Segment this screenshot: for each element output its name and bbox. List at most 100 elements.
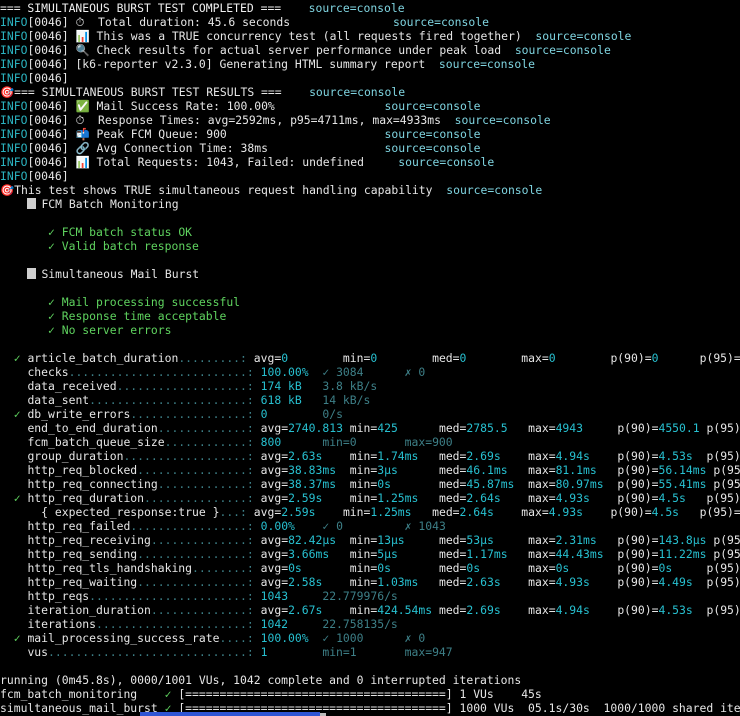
metric-stat: min=3µs: [349, 463, 439, 477]
group-marker-icon: [27, 268, 37, 279]
group-marker-icon: [27, 198, 37, 209]
metric-stat: p(90)=4.5s: [610, 505, 700, 519]
metric-stat: max=80.97ms: [528, 477, 618, 491]
metric-leader-dots: .............:: [157, 421, 254, 435]
log-line: INFO[0046] 🔗 Avg Connection Time: 38ms s…: [0, 141, 481, 155]
metric-name: fcm_batch_queue_size: [27, 435, 165, 449]
metric-check-mark: [14, 617, 28, 631]
metric-leader-dots: ..............:: [150, 533, 254, 547]
metric-leader-dots: ................:: [137, 463, 254, 477]
metric-stat: p(95)=4.71s: [706, 603, 740, 617]
metric-leader-dots: ...:: [219, 505, 247, 519]
metric-check-mark: [14, 547, 28, 561]
metric-value: 100.00%: [260, 365, 323, 379]
metric-name: http_req_waiting: [27, 575, 138, 589]
metric-name: checks: [27, 365, 69, 379]
metric-stat: med=0s: [438, 561, 529, 575]
metric-stat: p(90)=0s: [617, 561, 707, 575]
metric-stat: min=0s: [349, 561, 439, 575]
metric-stat: p(95)=4.71s: [706, 575, 740, 589]
metric-rate: 3.8 kB/s: [322, 379, 405, 393]
metric-stat: p(90)=4.53s: [617, 449, 707, 463]
metric-leader-dots: .........:: [178, 351, 247, 365]
metric-stat: max=81.1ms: [528, 463, 618, 477]
metric-row: fcm_batch_queue_size............: 800 mi…: [0, 435, 740, 449]
metric-extra: ✗ 1043: [404, 519, 446, 533]
metric-stat: max=0s: [528, 561, 618, 575]
metric-rate: 0/s: [322, 407, 405, 421]
metric-stat: avg=0: [253, 351, 343, 365]
metric-leader-dots: .................:: [130, 407, 254, 421]
metric-stat: avg=2.58s: [260, 575, 350, 589]
metric-stat: med=45.87ms: [438, 477, 529, 491]
metric-check-mark: [14, 519, 28, 533]
metric-stat: avg=38.37ms: [260, 477, 350, 491]
metric-name: data_received: [27, 379, 117, 393]
metric-name: vus: [27, 645, 49, 659]
log-line: INFO[0046]: [0, 71, 69, 85]
metric-value: 1: [260, 645, 323, 659]
metric-stat: min=1.25ms: [349, 491, 439, 505]
metric-extra: ✗ 0: [404, 365, 426, 379]
metric-check-mark: [14, 421, 28, 435]
metric-stat: min=0s: [349, 477, 439, 491]
metric-row: checks..........................: 100.00…: [0, 365, 740, 379]
metric-stat: max=4.93s: [528, 491, 618, 505]
metric-check-mark: [14, 435, 28, 449]
metric-row: vus.............................: 1 min=…: [0, 645, 740, 659]
metric-row: iteration_duration..............: avg=2.…: [0, 603, 740, 617]
metric-rate: ✓ 0: [322, 519, 405, 533]
metric-stat: p(90)=4550.1: [617, 421, 707, 435]
metric-leader-dots: ....:: [219, 631, 254, 645]
metric-stat: max=0: [521, 351, 611, 365]
terminal-window[interactable]: === SIMULTANEOUS BURST TEST COMPLETED ==…: [0, 0, 740, 716]
metric-row: http_req_waiting................: avg=2.…: [0, 575, 740, 589]
metric-row: http_req_receiving..............: avg=82…: [0, 533, 740, 547]
metric-name: http_req_failed: [27, 519, 131, 533]
metric-stat: max=44.43ms: [528, 547, 618, 561]
metric-row: data_received...................: 174 kB…: [0, 379, 740, 393]
metric-check-mark: [14, 589, 28, 603]
metric-value: 1042: [260, 617, 323, 631]
metric-row: http_req_tls_handshaking........: avg=0s…: [0, 561, 740, 575]
metric-stat: avg=2.59s: [253, 505, 343, 519]
metric-rate: 22.758135/s: [322, 617, 405, 631]
metric-extra: max=900: [404, 435, 453, 449]
scenario-progress-fcm: fcm_batch_monitoring ✓ [================…: [0, 687, 542, 701]
log-line: INFO[0046] 📊 Total Requests: 1043, Faile…: [0, 155, 495, 169]
metric-stat: p(90)=0: [610, 351, 700, 365]
metric-check-mark: [14, 645, 28, 659]
metric-stat: min=13µs: [349, 533, 439, 547]
metric-stat: max=2.31ms: [528, 533, 618, 547]
metric-check-mark: ✓: [13, 631, 28, 645]
metric-stat: min=424.54ms: [349, 603, 439, 617]
metric-row: http_req_sending................: avg=3.…: [0, 547, 740, 561]
metric-rate: 22.779976/s: [322, 589, 405, 603]
metric-leader-dots: ..................:: [123, 449, 254, 463]
metric-stat: avg=0s: [260, 561, 350, 575]
metric-row: ✓ mail_processing_success_rate....: 100.…: [0, 631, 740, 645]
metric-stat: max=4.93s: [528, 575, 618, 589]
metric-stat: p(90)=11.22ms: [617, 547, 714, 561]
metric-leader-dots: .......................:: [89, 589, 254, 603]
metric-row: http_reqs.......................: 1043 2…: [0, 589, 740, 603]
metric-row: http_req_failed.................: 0.00% …: [0, 519, 740, 533]
metric-check-mark: [14, 477, 28, 491]
log-line: INFO[0046]: [0, 169, 69, 183]
metric-row: http_req_blocked................: avg=38…: [0, 463, 740, 477]
metric-name: http_reqs: [27, 589, 90, 603]
metric-check-mark: [14, 505, 28, 519]
scenario-progress-mail: simultaneous_mail_burst ✓ [=============…: [0, 701, 740, 715]
metric-leader-dots: ................:: [137, 575, 254, 589]
metric-stat: p(90)=4.5s: [617, 491, 707, 505]
metric-check-mark: [14, 449, 28, 463]
text-selection-highlight: [140, 712, 320, 716]
metric-stat: p(95)=57.71ms: [713, 477, 740, 491]
metric-stat: med=53µs: [438, 533, 529, 547]
metric-check-mark: [14, 575, 28, 589]
metric-extra: ✗ 0: [404, 631, 426, 645]
metric-stat: avg=38.83ms: [260, 463, 350, 477]
metric-leader-dots: ............:: [164, 435, 254, 449]
metric-stat: p(90)=4.49s: [617, 575, 707, 589]
